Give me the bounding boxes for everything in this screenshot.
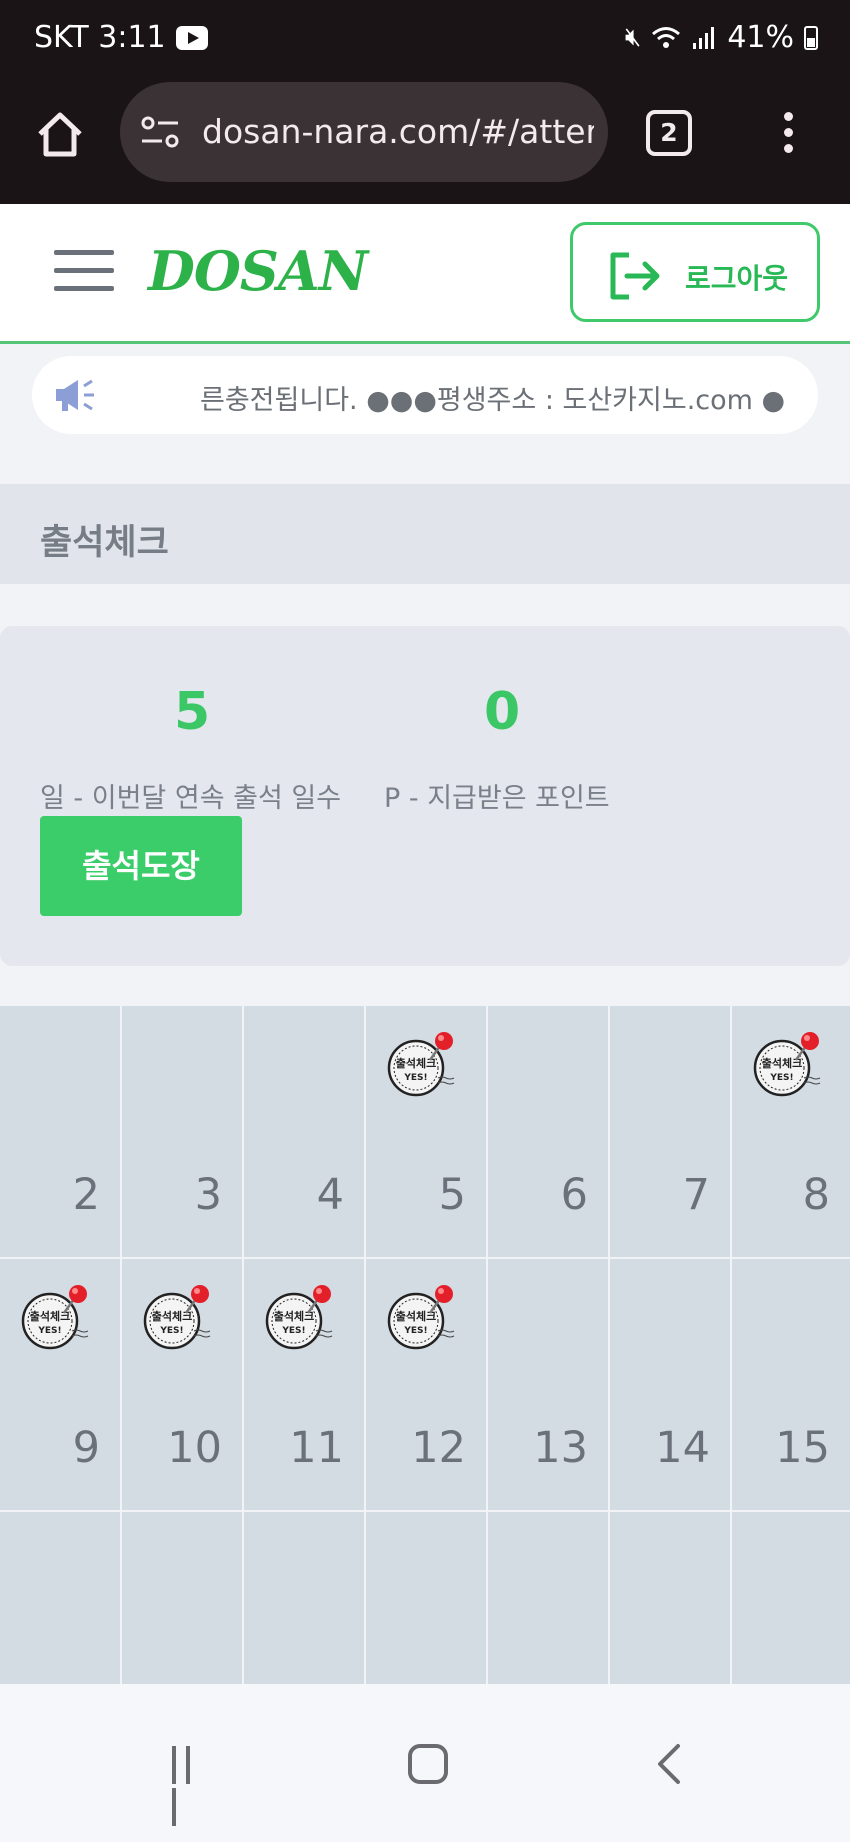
calendar-week-row: 2 3 4 출석체크 YES! 5 6 7 출석체크 YES! 8 xyxy=(0,1006,850,1259)
back-button[interactable] xyxy=(652,1742,686,1786)
attendance-stats-card: 5 일 - 이번달 연속 출석 일수 0 P - 지급받은 포인트 출석도장 xyxy=(0,626,850,966)
calendar-week-row: 출석체크 YES! 9 출석체크 YES! 10 출석체크 YES! 11 출석체크 YES! 12 1… xyxy=(0,1259,850,1512)
section-header: 출석체크 xyxy=(0,484,850,584)
megaphone-icon xyxy=(56,379,94,411)
calendar-day-number: 5 xyxy=(438,1170,466,1220)
site-header: DOSAN 로그아웃 xyxy=(0,204,850,344)
tab-switcher-button[interactable]: 2 xyxy=(646,110,692,156)
calendar-day-cell[interactable]: 출석체크 YES! 5 xyxy=(366,1006,486,1257)
stamp-sub-text: YES! xyxy=(37,1326,61,1336)
attendance-stamp-icon: 출석체크YES! xyxy=(21,1285,89,1350)
hamburger-menu-icon[interactable] xyxy=(54,250,114,292)
calendar-day-cell[interactable]: 출석체크 YES! 8 xyxy=(732,1006,850,1257)
calendar-day-cell[interactable] xyxy=(244,1512,364,1684)
calendar-day-cell[interactable]: 13 xyxy=(488,1259,608,1510)
calendar-day-cell[interactable]: 15 xyxy=(732,1259,850,1510)
mute-icon: 🔇︎ xyxy=(624,22,642,52)
wifi-icon xyxy=(652,26,681,48)
calendar-day-cell[interactable]: 7 xyxy=(610,1006,730,1257)
stamp-sub-text: YES! xyxy=(403,1326,427,1336)
calendar-day-cell[interactable]: 출석체크 YES! 10 xyxy=(122,1259,242,1510)
calendar-day-cell[interactable] xyxy=(122,1512,242,1684)
stamp-sub-text: YES! xyxy=(769,1073,793,1083)
calendar-day-cell[interactable] xyxy=(610,1512,730,1684)
consecutive-days-label: 일 - 이번달 연속 출석 일수 xyxy=(40,783,342,814)
points-value: 0 xyxy=(484,682,521,742)
calendar-day-cell[interactable] xyxy=(488,1512,608,1684)
calendar-day-cell[interactable] xyxy=(732,1512,850,1684)
attendance-stamp-icon: 출석체크YES! xyxy=(753,1032,821,1097)
site-settings-icon[interactable] xyxy=(140,114,180,150)
calendar-day-cell[interactable]: 2 xyxy=(0,1006,120,1257)
points-label: P - 지급받은 포인트 xyxy=(384,783,610,814)
battery-icon xyxy=(804,25,818,50)
address-bar[interactable]: dosan-nara.com/#/atter xyxy=(120,82,608,182)
battery-percent: 41% xyxy=(727,20,794,55)
logout-label: 로그아웃 xyxy=(685,262,789,295)
calendar-day-number: 15 xyxy=(775,1423,830,1473)
status-right: 🔇︎ 41% xyxy=(625,20,818,55)
calendar-day-cell[interactable] xyxy=(366,1512,486,1684)
dosan-logo[interactable]: DOSAN xyxy=(148,234,368,308)
calendar-day-number: 14 xyxy=(655,1423,710,1473)
home-button[interactable] xyxy=(408,1744,448,1784)
calendar-day-cell[interactable]: 출석체크 YES! 9 xyxy=(0,1259,120,1510)
consecutive-days-value: 5 xyxy=(174,682,211,742)
calendar-day-cell[interactable]: 4 xyxy=(244,1006,364,1257)
calendar-day-number: 7 xyxy=(682,1170,710,1220)
calendar-day-number: 8 xyxy=(802,1170,830,1220)
logout-button[interactable]: 로그아웃 xyxy=(570,222,820,322)
status-bar: SKT 3:11 🔇︎ 41% xyxy=(0,0,850,80)
page-title: 출석체크 xyxy=(40,523,169,563)
stamp-sub-text: YES! xyxy=(403,1073,427,1083)
logo-text: DOSAN xyxy=(148,239,368,303)
calendar-day-number: 6 xyxy=(560,1170,588,1220)
calendar-day-number: 9 xyxy=(72,1423,100,1473)
home-icon[interactable] xyxy=(34,108,86,160)
calendar-day-number: 2 xyxy=(72,1170,100,1220)
attendance-stamp-icon: 출석체크YES! xyxy=(387,1285,455,1350)
calendar-day-cell[interactable] xyxy=(0,1512,120,1684)
calendar-day-cell[interactable]: 출석체크 YES! 12 xyxy=(366,1259,486,1510)
calendar-day-cell[interactable]: 14 xyxy=(610,1259,730,1510)
carrier-time: SKT 3:11 xyxy=(34,20,166,55)
recent-apps-button[interactable] xyxy=(172,1746,212,1826)
calendar-day-cell[interactable]: 출석체크 YES! 11 xyxy=(244,1259,364,1510)
calendar-day-number: 3 xyxy=(194,1170,222,1220)
browser-toolbar: dosan-nara.com/#/atter 2 xyxy=(0,80,850,204)
attendance-stamp-button[interactable]: 출석도장 xyxy=(40,816,242,916)
signal-icon xyxy=(693,26,715,49)
url-text[interactable]: dosan-nara.com/#/atter xyxy=(202,112,594,151)
calendar-day-number: 4 xyxy=(316,1170,344,1220)
calendar-day-number: 10 xyxy=(167,1423,222,1473)
stamp-sub-text: YES! xyxy=(281,1326,305,1336)
calendar-week-row xyxy=(0,1512,850,1684)
attendance-calendar: 2 3 4 출석체크 YES! 5 6 7 출석체크 YES! 8 출석체크 YES! 9 출석체크 YES!… xyxy=(0,1006,850,1684)
attendance-stamp-icon: 출석체크YES! xyxy=(387,1032,455,1097)
calendar-day-number: 12 xyxy=(411,1423,466,1473)
attendance-stamp-icon: 출석체크YES! xyxy=(265,1285,333,1350)
calendar-day-number: 11 xyxy=(289,1423,344,1473)
calendar-day-cell[interactable]: 6 xyxy=(488,1006,608,1257)
system-nav-bar xyxy=(0,1684,850,1842)
youtube-icon xyxy=(175,25,208,50)
notice-ticker: 른충전됩니다. ●●●평생주소 : 도산카지노.com ● xyxy=(32,356,818,434)
calendar-day-cell[interactable]: 3 xyxy=(122,1006,242,1257)
stamp-sub-text: YES! xyxy=(159,1326,183,1336)
status-left: SKT 3:11 xyxy=(34,20,208,55)
calendar-day-number: 13 xyxy=(533,1423,588,1473)
logout-icon xyxy=(610,252,660,300)
notice-text: 른충전됩니다. ●●●평생주소 : 도산카지노.com ● xyxy=(200,385,786,416)
attendance-stamp-icon: 출석체크YES! xyxy=(143,1285,211,1350)
more-menu-icon[interactable] xyxy=(776,108,800,158)
